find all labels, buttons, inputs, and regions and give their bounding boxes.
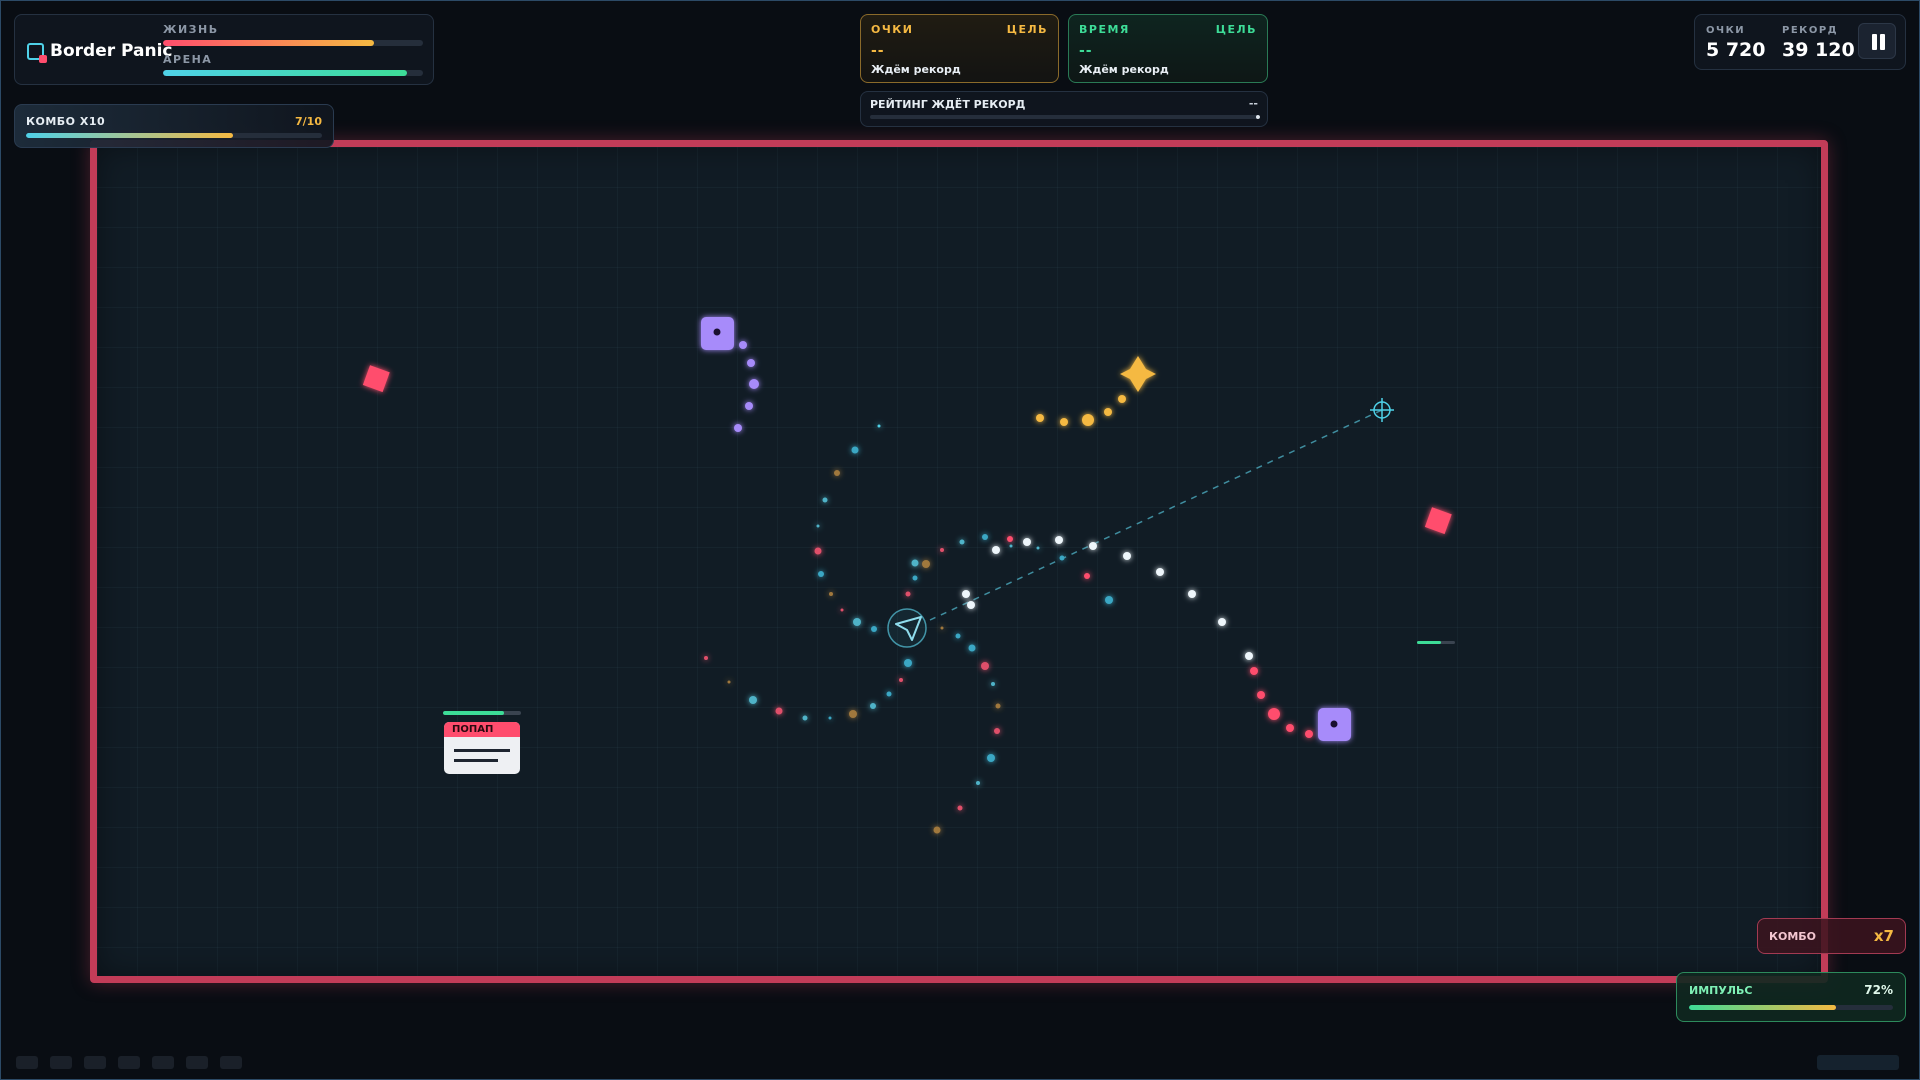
objective-score-value: -- <box>871 43 885 59</box>
rating-value: -- <box>1248 97 1258 110</box>
impulse-bar <box>1689 1005 1893 1010</box>
combo-progress-fill <box>26 133 234 138</box>
purple-square-enemy <box>701 317 734 350</box>
hotkey-slot <box>16 1056 38 1069</box>
life-bar-fill <box>163 40 374 46</box>
objective-score-title: ОЧКИ <box>871 23 914 36</box>
scoreboard-panel: ОЧКИ 5 720 РЕКОРД 39 120 <box>1694 14 1906 70</box>
objective-time-title: ВРЕМЯ <box>1079 23 1130 36</box>
objective-score-goal-label: ЦЕЛЬ <box>1006 23 1048 36</box>
gold-star-pickup <box>1120 356 1156 392</box>
hotkey-slot <box>152 1056 174 1069</box>
pause-button[interactable] <box>1858 23 1896 59</box>
life-bar <box>163 40 423 46</box>
popup-health-bar <box>443 711 521 715</box>
record-label: РЕКОРД <box>1782 25 1839 36</box>
hotkey-slot <box>186 1056 208 1069</box>
objective-score-card: ОЧКИ ЦЕЛЬ -- Ждём рекорд <box>860 14 1059 83</box>
popup-enemy[interactable]: ПОПАП <box>444 722 520 774</box>
hotkey-slot <box>118 1056 140 1069</box>
popup-line <box>454 759 498 762</box>
arena-label: АРЕНА <box>163 53 213 66</box>
rating-bar <box>870 115 1260 119</box>
impulse-value: 72% <box>1864 983 1893 997</box>
game-title: Border Panic <box>50 41 173 61</box>
red-diamond-enemy <box>362 365 390 393</box>
enemy-health-bar <box>1417 641 1455 644</box>
bottom-status-slot <box>1817 1055 1899 1070</box>
purple-trail <box>734 341 759 432</box>
popup-health-fill <box>443 711 504 715</box>
crosshair-icon <box>1370 398 1394 422</box>
rating-label: РЕЙТИНГ ЖДЁТ РЕКОРД <box>870 98 1026 111</box>
objective-time-status: Ждём рекорд <box>1079 63 1169 76</box>
combo-progress-panel: КОМБО X10 7/10 <box>14 104 334 148</box>
combo-badge-label: КОМБО <box>1769 930 1817 943</box>
red-diamond-enemy <box>1424 507 1452 535</box>
game-logo-icon <box>27 43 47 63</box>
combo-progress-value: 7/10 <box>295 115 322 128</box>
arena-bar-fill <box>163 70 408 76</box>
record-value: 39 120 <box>1782 39 1855 61</box>
objective-score-status: Ждём рекорд <box>871 63 961 76</box>
impulse-panel: ИМПУЛЬС 72% <box>1676 972 1906 1022</box>
popup-title: ПОПАП <box>444 722 520 737</box>
objective-time-card: ВРЕМЯ ЦЕЛЬ -- Ждём рекорд <box>1068 14 1268 83</box>
life-label: ЖИЗНЬ <box>163 23 219 36</box>
rating-panel: РЕЙТИНГ ЖДЁТ РЕКОРД -- <box>860 91 1268 127</box>
score-label: ОЧКИ <box>1706 25 1746 36</box>
game-scene <box>362 317 1455 834</box>
status-panel: Border Panic ЖИЗНЬ АРЕНА <box>14 14 434 85</box>
combo-progress-label: КОМБО X10 <box>26 115 106 128</box>
hotkey-slot <box>220 1056 242 1069</box>
combo-badge-value: x7 <box>1873 927 1894 945</box>
purple-square-enemy <box>1318 708 1351 741</box>
impulse-bar-fill <box>1689 1005 1836 1010</box>
hotkey-slot <box>50 1056 72 1069</box>
arena-bar <box>163 70 423 76</box>
objective-time-goal-label: ЦЕЛЬ <box>1215 23 1257 36</box>
rating-bar-fill <box>1256 115 1260 119</box>
impulse-label: ИМПУЛЬС <box>1689 984 1753 997</box>
combo-progress-bar <box>26 133 322 138</box>
objective-time-value: -- <box>1079 43 1093 59</box>
aim-line <box>929 409 1383 621</box>
gold-trail <box>1036 395 1126 426</box>
score-value: 5 720 <box>1706 39 1766 61</box>
hotkey-slot <box>84 1056 106 1069</box>
player-ship <box>887 608 927 648</box>
pause-icon <box>1859 24 1895 58</box>
pink-streak <box>1007 536 1313 738</box>
combo-badge: КОМБО x7 <box>1757 918 1906 954</box>
popup-line <box>454 749 510 752</box>
